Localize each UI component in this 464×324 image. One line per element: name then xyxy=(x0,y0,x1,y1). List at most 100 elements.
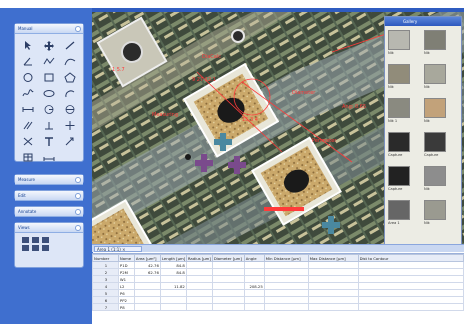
table-cell[interactable]: W1 xyxy=(117,275,135,283)
image-tab[interactable]: Area 1 (1:1) × xyxy=(94,246,142,252)
thumbnail-image[interactable] xyxy=(424,166,446,186)
table-cell[interactable] xyxy=(243,261,265,269)
text-tool-icon[interactable] xyxy=(42,135,56,147)
table-cell[interactable] xyxy=(357,275,464,283)
table-cell[interactable] xyxy=(243,268,265,276)
table-cell[interactable]: 11.82 xyxy=(159,282,187,290)
table-cell[interactable] xyxy=(263,296,309,304)
table-cell[interactable] xyxy=(133,275,161,283)
table-cell[interactable] xyxy=(307,282,359,290)
table-row[interactable]: 1 P1D 42.76 84.8 xyxy=(92,261,464,269)
gallery-thumbnail[interactable]: Capture xyxy=(388,132,421,162)
view-layout-icon[interactable] xyxy=(42,237,49,243)
table-cell[interactable]: P1D xyxy=(117,261,135,269)
row-number[interactable]: 7 xyxy=(92,303,119,311)
column-header[interactable]: Number xyxy=(92,254,119,262)
table-cell[interactable] xyxy=(263,275,309,283)
thumbnail-image[interactable] xyxy=(424,98,446,118)
table-cell[interactable] xyxy=(357,261,464,269)
row-number[interactable]: 6 xyxy=(92,296,119,304)
view-layout-icon[interactable] xyxy=(22,237,29,243)
table-cell[interactable] xyxy=(185,289,213,297)
column-header[interactable]: Diameter [µm] xyxy=(211,254,245,262)
table-cell[interactable] xyxy=(211,303,245,311)
table-cell[interactable] xyxy=(185,268,213,276)
table-cell[interactable] xyxy=(133,289,161,297)
measurement-label[interactable]: 15 3.4 xyxy=(242,117,258,123)
table-cell[interactable] xyxy=(357,282,464,290)
diameter-tool-icon[interactable] xyxy=(63,103,77,115)
table-cell[interactable] xyxy=(243,303,265,311)
table-cell[interactable] xyxy=(307,275,359,283)
column-header[interactable]: Length [µm] xyxy=(159,254,187,262)
measurement-label[interactable]: 9 27 12.1 xyxy=(192,77,216,83)
table-cell[interactable]: 84.8 xyxy=(159,261,187,269)
table-cell[interactable] xyxy=(159,289,187,297)
table-cell[interactable] xyxy=(211,289,245,297)
row-number[interactable]: 5 xyxy=(92,289,119,297)
table-cell[interactable] xyxy=(133,303,161,311)
table-cell[interactable] xyxy=(211,275,245,283)
view-layout-icon[interactable] xyxy=(22,245,29,251)
table-cell[interactable]: P6 xyxy=(117,289,135,297)
collapse-icon[interactable] xyxy=(75,225,81,231)
gallery-thumbnail[interactable]: Nik xyxy=(388,64,421,94)
pointer-tool-icon[interactable] xyxy=(21,39,35,51)
table-cell[interactable] xyxy=(243,296,265,304)
table-cell[interactable] xyxy=(211,282,245,290)
rectangle-tool-icon[interactable] xyxy=(42,71,56,83)
table-cell[interactable] xyxy=(243,289,265,297)
table-cell[interactable] xyxy=(185,282,213,290)
table-cell[interactable]: P8 xyxy=(117,303,135,311)
gallery-thumbnail[interactable]: Nik xyxy=(424,64,457,94)
thumbnail-image[interactable] xyxy=(388,200,410,220)
table-row[interactable]: 6 PP2 xyxy=(92,296,464,304)
table-cell[interactable]: 84.8 xyxy=(159,268,187,276)
gallery-thumbnail[interactable]: Nik xyxy=(424,166,457,196)
collapse-icon[interactable] xyxy=(75,26,81,32)
count-tool-icon[interactable] xyxy=(21,135,35,147)
table-tool-icon[interactable] xyxy=(21,151,35,163)
measure-panel-header[interactable]: Measure xyxy=(15,175,83,185)
measurement-label[interactable]: Ang: 0.65 xyxy=(342,104,366,110)
thumbnail-image[interactable] xyxy=(388,132,410,152)
gallery-thumbnail[interactable]: Capture xyxy=(424,132,457,162)
column-header[interactable]: Area [µm²] xyxy=(133,254,161,262)
annotate-panel-header[interactable]: Annotate xyxy=(15,207,83,217)
table-cell[interactable] xyxy=(211,296,245,304)
table-cell[interactable] xyxy=(159,275,187,283)
thumbnail-image[interactable] xyxy=(388,30,410,50)
expand-icon[interactable] xyxy=(75,177,81,183)
view-layout-icon[interactable] xyxy=(42,245,49,251)
column-header[interactable]: Max Distance [µm] xyxy=(307,254,359,262)
table-cell[interactable] xyxy=(243,275,265,283)
point-tool-icon[interactable] xyxy=(63,119,77,131)
table-row[interactable]: 7 P8 xyxy=(92,303,464,311)
thumbnail-image[interactable] xyxy=(388,98,410,118)
thumbnail-image[interactable] xyxy=(388,64,410,84)
table-cell[interactable]: 62.76 xyxy=(133,268,161,276)
table-cell[interactable] xyxy=(263,303,309,311)
table-cell[interactable] xyxy=(211,268,245,276)
freehand-tool-icon[interactable] xyxy=(21,87,35,99)
thumbnail-image[interactable] xyxy=(424,64,446,84)
parallel-tool-icon[interactable] xyxy=(21,119,35,131)
measurement-label[interactable]: 1 5.7 xyxy=(112,67,125,73)
table-cell[interactable] xyxy=(357,268,464,276)
measurement-label[interactable]: DiaCalc xyxy=(202,54,221,60)
gallery-thumbnail[interactable]: Nik xyxy=(388,30,421,60)
tools-panel-header[interactable]: Manual xyxy=(15,24,83,34)
measurement-label[interactable]: Measuring xyxy=(152,112,178,118)
expand-icon[interactable] xyxy=(75,193,81,199)
table-cell[interactable] xyxy=(133,296,161,304)
table-cell[interactable]: L2 xyxy=(117,282,135,290)
ellipse-tool-icon[interactable] xyxy=(42,87,56,99)
table-cell[interactable] xyxy=(263,282,309,290)
table-cell[interactable] xyxy=(159,296,187,304)
perpendicular-tool-icon[interactable] xyxy=(42,119,56,131)
edit-panel-header[interactable]: Edit xyxy=(15,191,83,201)
column-header[interactable]: Angle xyxy=(243,254,265,262)
row-number[interactable]: 1 xyxy=(92,261,119,269)
table-cell[interactable] xyxy=(357,303,464,311)
gallery-thumbnail[interactable]: Area 1 xyxy=(388,200,421,230)
